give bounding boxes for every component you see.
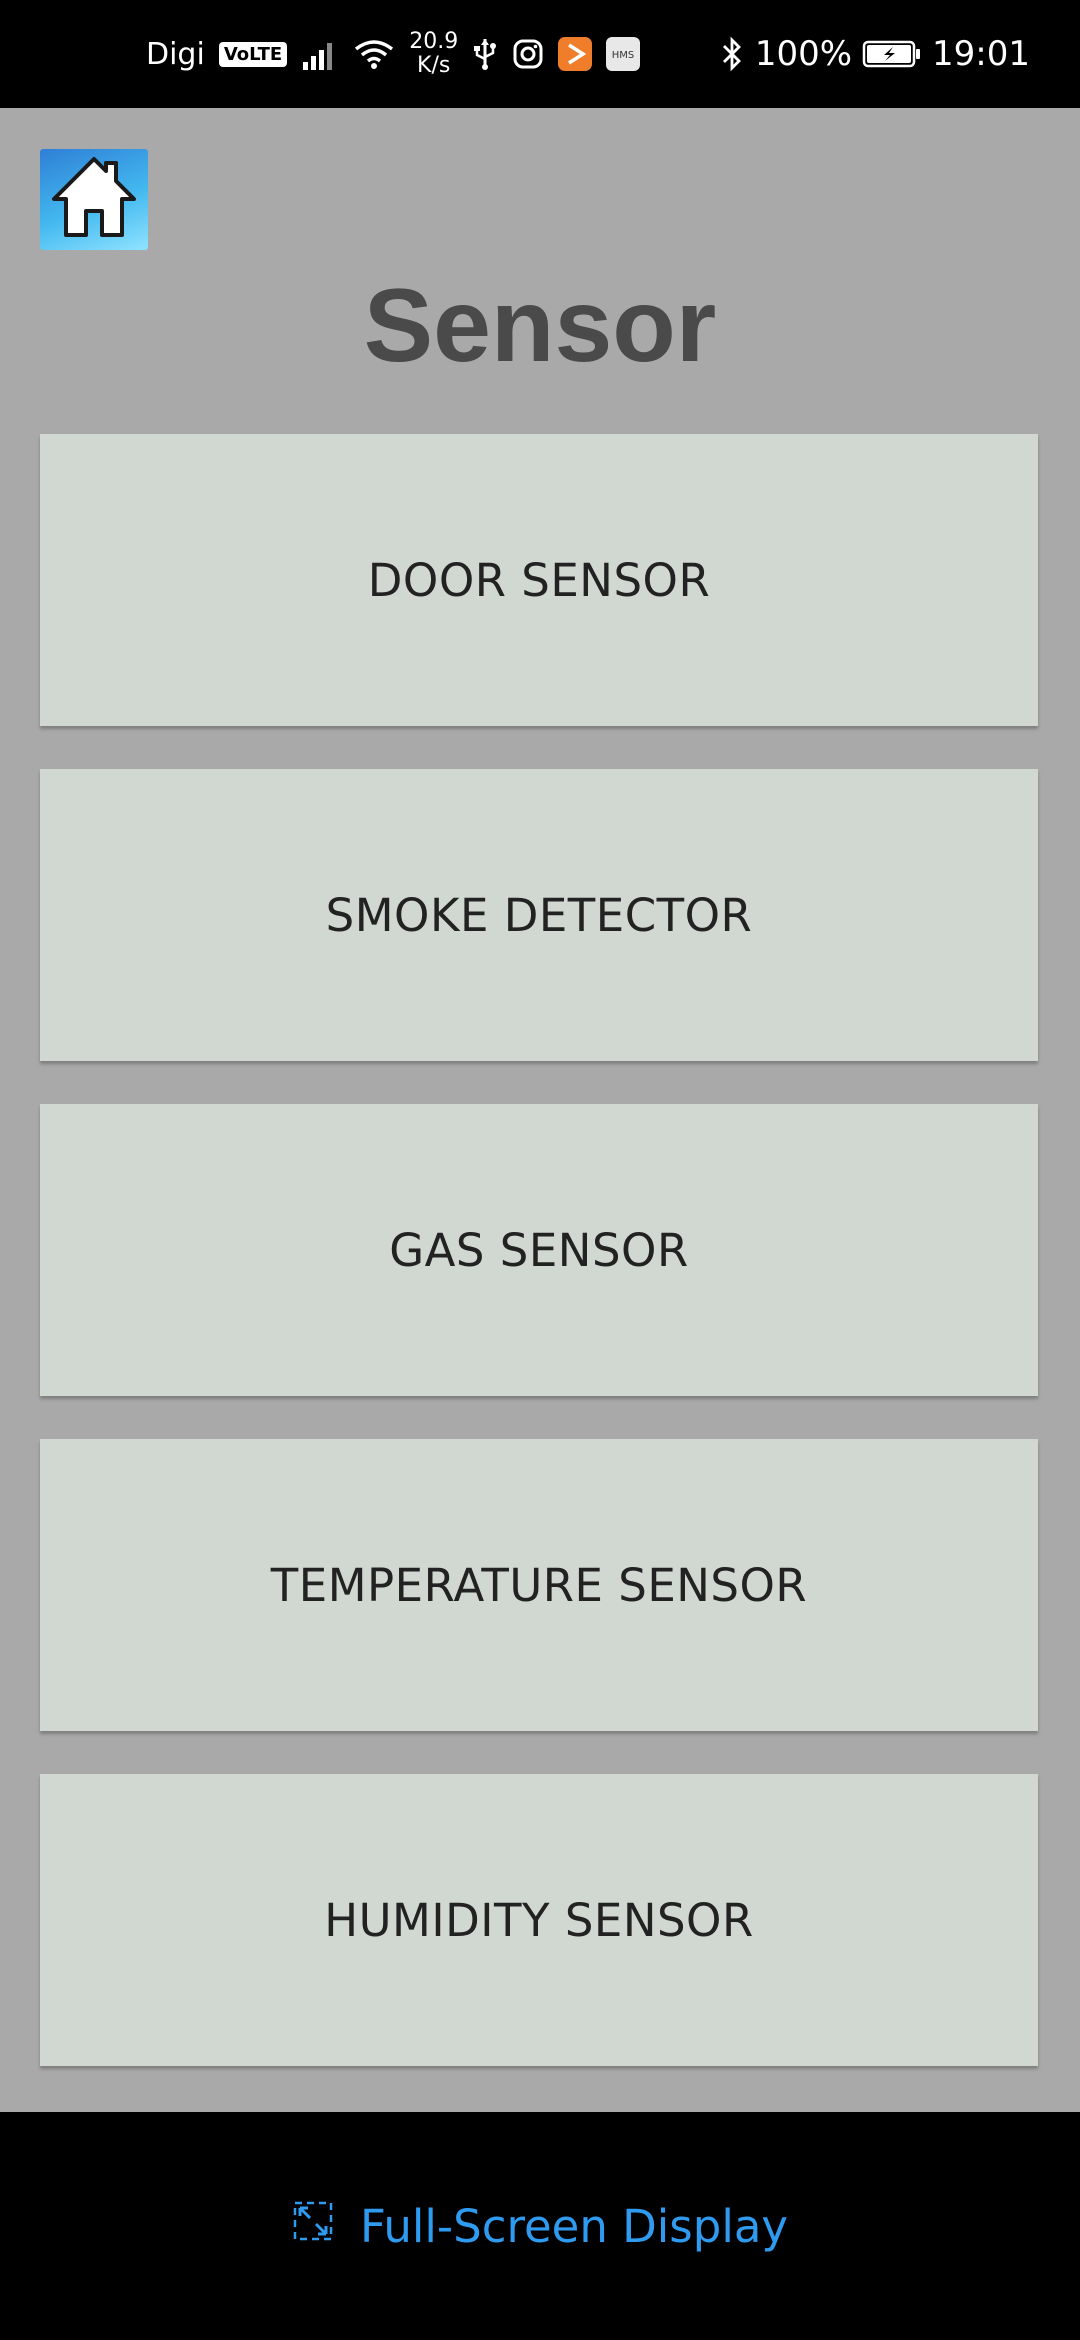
carrier-name: Digi: [146, 36, 205, 72]
clock: 19:01: [932, 34, 1030, 74]
status-bar-right: 100% 19:01: [719, 0, 1030, 108]
battery-percent: 100%: [754, 34, 853, 74]
fullscreen-display-button[interactable]: Full-Screen Display: [0, 2200, 1080, 2253]
signal-icon: [301, 38, 339, 70]
temperature-sensor-button[interactable]: TEMPERATURE SENSOR: [40, 1439, 1038, 1731]
instagram-icon: [512, 38, 544, 70]
speed-value: 20.9: [409, 29, 459, 54]
door-sensor-button[interactable]: DOOR SENSOR: [40, 434, 1038, 726]
volte-badge: VoLTE: [218, 41, 288, 67]
status-bar-left: Digi VoLTE 20.9 K/s HMS: [146, 0, 641, 108]
sensor-list: DOOR SENSOR SMOKE DETECTOR GAS SENSOR TE…: [40, 434, 1038, 2066]
bottom-bar: Full-Screen Display: [0, 2112, 1080, 2340]
gas-sensor-button[interactable]: GAS SENSOR: [40, 1104, 1038, 1396]
speed-unit: K/s: [417, 53, 451, 78]
app-content: Sensor DOOR SENSOR SMOKE DETECTOR GAS SE…: [0, 108, 1080, 2112]
hms-badge-text: HMS: [612, 50, 635, 61]
bluetooth-icon: [719, 36, 745, 72]
page-title: Sensor: [363, 268, 717, 384]
smoke-detector-button[interactable]: SMOKE DETECTOR: [40, 769, 1038, 1061]
hms-icon: HMS: [606, 37, 641, 71]
humidity-sensor-button[interactable]: HUMIDITY SENSOR: [40, 1774, 1038, 2066]
battery-charging-icon: [862, 38, 922, 70]
network-speed: 20.9 K/s: [409, 30, 458, 78]
expand-icon: [292, 2200, 334, 2253]
fullscreen-display-label: Full-Screen Display: [359, 2200, 789, 2253]
wifi-icon: [353, 38, 395, 70]
home-button[interactable]: [40, 149, 148, 250]
usb-icon: [472, 37, 498, 71]
play-app-icon: [558, 37, 593, 71]
status-bar: Digi VoLTE 20.9 K/s HMS 100% 19:01: [0, 0, 1080, 108]
home-icon: [48, 153, 140, 246]
